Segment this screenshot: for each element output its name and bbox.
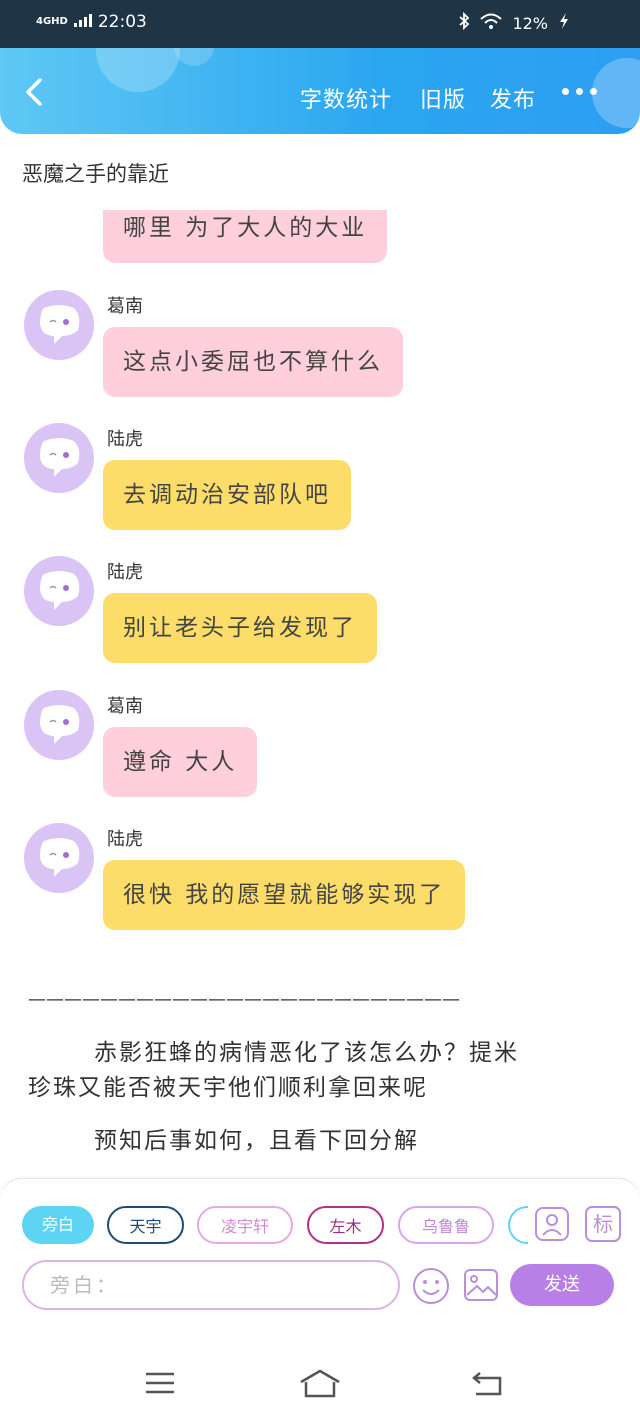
decor-bubble	[174, 48, 214, 66]
publish-button[interactable]: 发布	[490, 82, 536, 114]
app-header: 字数统计 旧版 发布	[0, 48, 640, 134]
decor-bubble	[592, 58, 640, 128]
story-paragraph-line: 赤影狂蜂的病情恶化了该怎么办？提米	[94, 1040, 519, 1066]
network-indicator: 4GHD	[36, 16, 68, 27]
dot	[576, 88, 583, 95]
more-menu-button[interactable]	[562, 88, 597, 95]
emoji-button[interactable]	[412, 1267, 450, 1305]
role-chip[interactable]: 天宇	[107, 1206, 184, 1244]
wifi-icon	[480, 13, 503, 33]
clock: 22:03	[97, 12, 147, 32]
ghost-avatar-icon	[40, 305, 80, 344]
avatar[interactable]	[24, 823, 94, 893]
message-bubble: 哪里 为了大人的大业	[103, 210, 388, 263]
back-button[interactable]	[18, 74, 54, 110]
image-button[interactable]	[463, 1267, 499, 1303]
menu-icon[interactable]	[144, 1368, 176, 1402]
status-bar: 4GHD 22:03 12%	[0, 0, 640, 50]
sender-name: 陆虎	[107, 429, 143, 450]
story-paragraph-line: 珍珠又能否被天宇他们顺利拿回来呢	[28, 1075, 428, 1101]
home-icon[interactable]	[298, 1368, 342, 1404]
sender-name: 陆虎	[107, 829, 143, 850]
role-chip-partial[interactable]	[508, 1206, 528, 1244]
character-manage-icon[interactable]	[534, 1206, 570, 1242]
role-chip[interactable]: 凌宇轩	[197, 1206, 293, 1244]
ghost-avatar-icon	[40, 705, 80, 744]
charging-icon	[558, 12, 570, 34]
dot	[590, 88, 597, 95]
sender-name: 葛南	[107, 696, 143, 717]
message-bubble: 这点小委屈也不算什么	[103, 327, 403, 397]
chapter-title: 恶魔之手的靠近	[22, 162, 169, 186]
sender-name: 陆虎	[107, 562, 143, 583]
avatar[interactable]	[24, 290, 94, 360]
signal-icon	[73, 12, 92, 32]
send-button[interactable]: 发送	[510, 1264, 614, 1306]
divider-line: ————————————————————————	[28, 989, 460, 1010]
image-icon	[464, 1269, 498, 1301]
avatar[interactable]	[24, 690, 94, 760]
battery-level: 12%	[512, 13, 548, 33]
chevron-left-icon	[26, 78, 42, 106]
back-nav-icon[interactable]	[470, 1368, 504, 1402]
bluetooth-icon	[458, 11, 470, 34]
decor-bubble	[96, 48, 180, 92]
message-bubble: 去调动治安部队吧	[103, 460, 351, 530]
avatar[interactable]	[24, 556, 94, 626]
old-version-button[interactable]: 旧版	[420, 82, 466, 114]
role-chip[interactable]: 乌鲁鲁	[398, 1206, 494, 1244]
ghost-avatar-icon	[40, 438, 80, 477]
input-panel: 旁白 天宇 凌宇轩 左木 乌鲁鲁 标 旁白： 发送	[0, 1178, 640, 1347]
avatar[interactable]	[24, 423, 94, 493]
role-chip[interactable]: 左木	[307, 1206, 384, 1244]
dot	[562, 88, 569, 95]
message-bubble: 遵命 大人	[103, 727, 258, 797]
ghost-avatar-icon	[40, 571, 80, 610]
system-nav-bar	[0, 1346, 640, 1422]
word-count-button[interactable]: 字数统计	[300, 82, 392, 114]
dialogue-input[interactable]: 旁白：	[22, 1260, 400, 1310]
status-left: 4GHD 22:03	[36, 12, 147, 32]
tag-icon[interactable]: 标	[585, 1206, 621, 1242]
ghost-avatar-icon	[40, 838, 80, 877]
message-bubble: 很快 我的愿望就能够实现了	[103, 860, 466, 930]
message-bubble: 别让老头子给发现了	[103, 593, 377, 663]
chat-list: 哪里 为了大人的大业 葛南 这点小委屈也不算什么 陆虎 去调动治安部队吧 陆虎 …	[0, 210, 640, 970]
sender-name: 葛南	[107, 296, 143, 317]
role-chip-narrator[interactable]: 旁白	[22, 1206, 94, 1244]
story-paragraph: 预知后事如何，且看下回分解	[94, 1128, 419, 1154]
smiley-icon	[413, 1268, 449, 1304]
status-right: 12%	[458, 11, 570, 34]
